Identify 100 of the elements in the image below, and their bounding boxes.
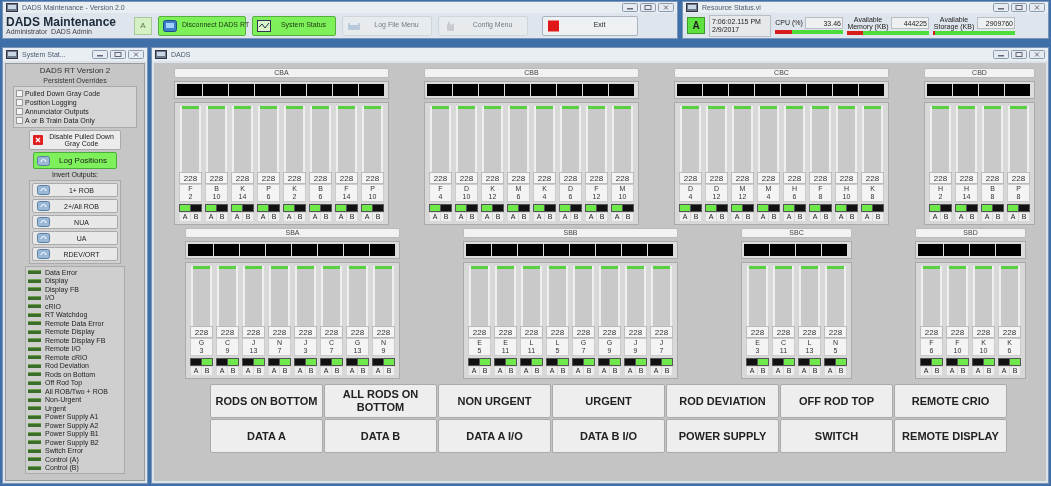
rod-position-value: 228 bbox=[572, 326, 595, 338]
window-icon bbox=[6, 3, 18, 12]
rod-position-value: 228 bbox=[190, 326, 213, 338]
log-positions-button[interactable]: Log Positions bbox=[33, 152, 117, 169]
window-icon bbox=[686, 3, 698, 12]
rod-position-value: 228 bbox=[468, 326, 491, 338]
rod-position-value: 228 bbox=[429, 172, 452, 184]
maximize-icon[interactable] bbox=[1011, 50, 1027, 59]
status-led bbox=[28, 312, 41, 317]
rod-position-value: 228 bbox=[929, 172, 952, 184]
mode-indicator: A bbox=[134, 16, 152, 35]
checkbox[interactable] bbox=[16, 108, 23, 115]
checkbox[interactable] bbox=[16, 99, 23, 106]
rod-position-value: 228 bbox=[507, 172, 530, 184]
rod-position-value: 228 bbox=[598, 326, 621, 338]
status-led bbox=[28, 295, 41, 300]
status-led bbox=[28, 414, 41, 419]
alarm-button[interactable]: ALL RODS ON BOTTOM bbox=[324, 384, 437, 418]
rod-position-value: 228 bbox=[1007, 172, 1030, 184]
alarm-button[interactable]: DATA A bbox=[210, 419, 323, 453]
alarm-button[interactable]: POWER SUPPLY bbox=[666, 419, 779, 453]
mode-indicator: A bbox=[687, 17, 705, 34]
refresh-icon bbox=[37, 249, 50, 259]
window-icon bbox=[155, 50, 167, 59]
stop-icon bbox=[547, 19, 561, 32]
alarm-button[interactable]: OFF ROD TOP bbox=[780, 384, 893, 418]
rod-position-value: 228 bbox=[294, 326, 317, 338]
rod-position-value: 228 bbox=[372, 326, 395, 338]
alarm-button[interactable]: REMOTE CRIO bbox=[894, 384, 1007, 418]
rod-position-value: 228 bbox=[772, 326, 795, 338]
rod-position-value: 228 bbox=[920, 326, 943, 338]
status-led bbox=[28, 372, 41, 377]
status-led bbox=[28, 270, 41, 275]
status-led bbox=[28, 321, 41, 326]
status-led bbox=[28, 278, 41, 283]
checkbox[interactable] bbox=[16, 90, 23, 97]
rod-position-value: 228 bbox=[824, 326, 847, 338]
maximize-icon[interactable] bbox=[640, 3, 656, 12]
alarm-button[interactable]: DATA B bbox=[324, 419, 437, 453]
rod-position-value: 228 bbox=[361, 172, 384, 184]
rod-position-value: 228 bbox=[309, 172, 332, 184]
status-led bbox=[28, 346, 41, 351]
minimize-icon[interactable] bbox=[622, 3, 638, 12]
rod-position-value: 228 bbox=[242, 326, 265, 338]
status-led bbox=[28, 457, 41, 462]
rod-position-value: 228 bbox=[981, 172, 1004, 184]
status-led bbox=[28, 406, 41, 411]
minimize-icon[interactable] bbox=[993, 50, 1009, 59]
status-led bbox=[28, 355, 41, 360]
maximize-icon[interactable] bbox=[1011, 3, 1027, 12]
rod-position-value: 228 bbox=[955, 172, 978, 184]
rod-position-value: 228 bbox=[679, 172, 702, 184]
panel-heading: DADS RT Version 2 bbox=[39, 67, 111, 75]
alarm-button[interactable]: URGENT bbox=[552, 384, 665, 418]
close-icon bbox=[33, 135, 43, 145]
rod-position-value: 228 bbox=[783, 172, 806, 184]
rod-position-value: 228 bbox=[611, 172, 634, 184]
rod-position-value: 228 bbox=[559, 172, 582, 184]
status-led bbox=[28, 431, 41, 436]
status-led bbox=[28, 304, 41, 309]
rod-position-value: 228 bbox=[216, 326, 239, 338]
status-led bbox=[28, 380, 41, 385]
refresh-icon bbox=[37, 201, 50, 211]
checkbox[interactable] bbox=[16, 117, 23, 124]
minimize-icon[interactable] bbox=[993, 3, 1009, 12]
alarm-button[interactable]: NON URGENT bbox=[438, 384, 551, 418]
rod-position-value: 228 bbox=[320, 326, 343, 338]
monitor-icon bbox=[163, 19, 177, 32]
status-led bbox=[28, 389, 41, 394]
rod-position-value: 228 bbox=[746, 326, 769, 338]
refresh-icon bbox=[37, 233, 50, 243]
rod-position-value: 228 bbox=[179, 172, 202, 184]
rod-position-value: 228 bbox=[972, 326, 995, 338]
rod-position-value: 228 bbox=[520, 326, 543, 338]
refresh-icon bbox=[37, 217, 50, 227]
minimize-icon[interactable] bbox=[92, 50, 108, 59]
window-icon bbox=[6, 50, 18, 59]
alarm-button[interactable]: REMOTE DISPLAY bbox=[894, 419, 1007, 453]
status-led bbox=[28, 329, 41, 334]
alarm-button[interactable]: DATA B I/O bbox=[552, 419, 665, 453]
rod-position-value: 228 bbox=[585, 172, 608, 184]
alarm-button[interactable]: RODS ON BOTTOM bbox=[210, 384, 323, 418]
rod-position-value: 228 bbox=[650, 326, 673, 338]
rod-position-value: 228 bbox=[731, 172, 754, 184]
refresh-icon bbox=[37, 185, 50, 195]
rod-position-value: 228 bbox=[705, 172, 728, 184]
maximize-icon[interactable] bbox=[110, 50, 126, 59]
rod-position-value: 228 bbox=[835, 172, 858, 184]
rod-position-value: 228 bbox=[546, 326, 569, 338]
rod-position-value: 228 bbox=[757, 172, 780, 184]
status-led bbox=[28, 338, 41, 343]
alarm-button[interactable]: SWITCH bbox=[780, 419, 893, 453]
rod-position-value: 228 bbox=[283, 172, 306, 184]
alarm-button[interactable]: DATA A I/O bbox=[438, 419, 551, 453]
status-led bbox=[28, 363, 41, 368]
rod-position-value: 228 bbox=[861, 172, 884, 184]
alarm-button[interactable]: ROD DEVIATION bbox=[666, 384, 779, 418]
rod-position-value: 228 bbox=[946, 326, 969, 338]
rod-position-value: 228 bbox=[624, 326, 647, 338]
status-led bbox=[28, 440, 41, 445]
